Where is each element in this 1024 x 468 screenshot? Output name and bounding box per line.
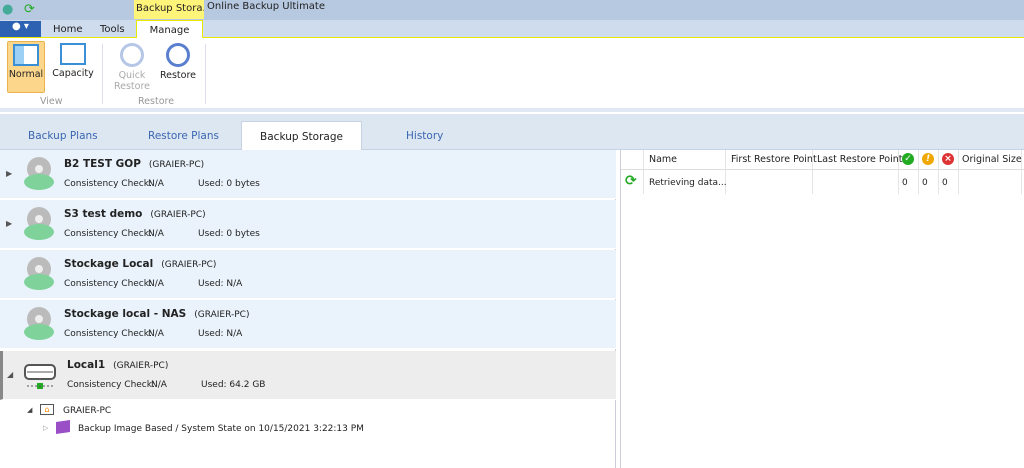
success-icon: ✓ xyxy=(902,153,914,165)
consistency-value: N/A xyxy=(148,329,164,339)
tree-computer[interactable]: GRAIER-PC xyxy=(63,406,111,416)
normal-label: Normal xyxy=(8,69,44,80)
cloud-storage-icon xyxy=(24,307,54,340)
row-ok-count: 0 xyxy=(902,178,908,188)
storage-host: (GRAIER-PC) xyxy=(113,361,169,371)
consistency-label: Consistency Check: xyxy=(64,329,152,339)
capacity-label: Capacity xyxy=(52,68,94,79)
collapse-icon[interactable]: ◢ xyxy=(27,406,32,414)
divider xyxy=(205,44,206,104)
storage-name: S3 test demo (GRAIER-PC) xyxy=(64,208,206,220)
restore-icon xyxy=(166,43,190,67)
storage-list: ▶ B2 TEST GOP (GRAIER-PC) Consistency Che… xyxy=(0,150,616,468)
storage-item-selected[interactable]: ◢ Local1 (GRAIER-PC) Consistency Check: N/… xyxy=(0,351,616,400)
ribbon-tab-row: ● ▾ Home Tools Manage xyxy=(0,20,1024,39)
local-drive-icon xyxy=(24,364,56,389)
used-value: Used: N/A xyxy=(198,329,243,339)
computer-icon: ⌂ xyxy=(40,404,54,415)
tab-restore-plans[interactable]: Restore Plans xyxy=(148,130,219,142)
storage-name: Stockage local - NAS (GRAIER-PC) xyxy=(64,308,250,320)
normal-view-button[interactable]: Normal xyxy=(7,41,45,93)
tab-tools[interactable]: Tools xyxy=(100,22,125,37)
storage-item[interactable]: ▶ S3 test demo (GRAIER-PC) Consistency Ch… xyxy=(0,200,616,249)
storage-name: Stockage Local (GRAIER-PC) xyxy=(64,258,217,270)
consistency-label: Consistency Check: xyxy=(64,179,152,189)
consistency-value: N/A xyxy=(148,279,164,289)
title-bar: ● ⟳ Backup Stora... Online Backup Ultima… xyxy=(0,0,1024,20)
storage-host: (GRAIER-PC) xyxy=(194,310,250,320)
consistency-value: N/A xyxy=(148,179,164,189)
storage-host: (GRAIER-PC) xyxy=(150,210,206,220)
col-name[interactable]: Name xyxy=(649,154,677,165)
normal-view-icon xyxy=(13,44,39,66)
cloud-storage-icon xyxy=(24,207,54,240)
consistency-label: Consistency Check: xyxy=(64,229,152,239)
grid-header: Name First Restore Point Last Restore Po… xyxy=(621,150,1024,170)
restore-label: Restore xyxy=(159,70,197,81)
warning-icon: ! xyxy=(922,153,934,165)
row-name: Retrieving data... xyxy=(649,178,727,188)
storage-item[interactable]: Stockage Local (GRAIER-PC) Consistency Ch… xyxy=(0,250,616,299)
capacity-view-button[interactable]: Capacity xyxy=(52,41,94,93)
col-first-restore[interactable]: First Restore Point xyxy=(731,154,817,165)
app-title: Online Backup Ultimate xyxy=(207,1,326,12)
divider xyxy=(102,44,103,104)
row-error-count: 0 xyxy=(942,178,948,188)
collapse-icon[interactable]: ◢ xyxy=(7,370,13,379)
tab-manage[interactable]: Manage xyxy=(136,20,203,39)
capacity-icon xyxy=(60,43,86,65)
storage-item[interactable]: Stockage local - NAS (GRAIER-PC) Consiste… xyxy=(0,300,616,349)
expand-icon[interactable]: ▶ xyxy=(6,219,12,228)
refresh-icon: ⟳ xyxy=(625,173,637,189)
quick-restore-icon xyxy=(120,43,144,67)
context-tab-label: Backup Stora... xyxy=(134,0,204,19)
col-last-restore[interactable]: Last Restore Point xyxy=(817,154,902,165)
app-menu-button[interactable]: ● ▾ xyxy=(0,21,41,37)
quick-restore-button[interactable]: Quick Restore xyxy=(112,41,152,93)
storage-host: (GRAIER-PC) xyxy=(161,260,217,270)
used-value: Used: N/A xyxy=(198,279,243,289)
quick-restore-label: Quick Restore xyxy=(113,70,151,92)
storage-name: Local1 (GRAIER-PC) xyxy=(67,359,169,371)
used-value: Used: 64.2 GB xyxy=(201,380,266,390)
tree-backup-item[interactable]: Backup Image Based / System State on 10/… xyxy=(78,424,364,434)
used-value: Used: 0 bytes xyxy=(198,229,260,239)
windows-icon xyxy=(56,420,70,434)
expand-icon[interactable]: ▷ xyxy=(43,424,48,432)
tab-home[interactable]: Home xyxy=(53,22,83,37)
restore-button[interactable]: Restore xyxy=(158,41,198,93)
used-value: Used: 0 bytes xyxy=(198,179,260,189)
storage-name: B2 TEST GOP (GRAIER-PC) xyxy=(64,158,205,170)
consistency-value: N/A xyxy=(151,380,167,390)
col-original-size[interactable]: Original Size xyxy=(962,154,1022,165)
error-icon: × xyxy=(942,153,954,165)
tab-backup-plans[interactable]: Backup Plans xyxy=(28,130,98,142)
view-group-label: View xyxy=(40,96,63,107)
restore-group-label: Restore xyxy=(138,96,175,107)
main-tabs: Backup Plans Restore Plans Backup Storag… xyxy=(0,114,1024,151)
expand-icon[interactable]: ▶ xyxy=(6,169,12,178)
tab-backup-storage[interactable]: Backup Storage xyxy=(241,121,362,151)
tab-history[interactable]: History xyxy=(406,130,443,142)
refresh-icon[interactable]: ⟳ xyxy=(24,2,35,17)
storage-item[interactable]: ▶ B2 TEST GOP (GRAIER-PC) Consistency Che… xyxy=(0,150,616,199)
storage-host: (GRAIER-PC) xyxy=(148,160,205,170)
consistency-value: N/A xyxy=(148,229,164,239)
consistency-label: Consistency Check: xyxy=(67,380,155,390)
consistency-label: Consistency Check: xyxy=(64,279,152,289)
app-icon: ● xyxy=(2,2,14,17)
cloud-storage-icon xyxy=(24,257,54,290)
ribbon: Normal Capacity View Quick Restore Resto… xyxy=(0,38,1024,112)
cloud-storage-icon xyxy=(24,157,54,190)
row-warn-count: 0 xyxy=(922,178,928,188)
restore-points-grid: Name First Restore Point Last Restore Po… xyxy=(620,150,1024,468)
